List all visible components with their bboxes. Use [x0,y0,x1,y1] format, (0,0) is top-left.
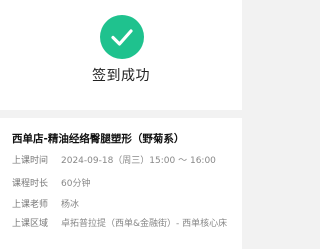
teacher-label: 上课老师 [12,200,49,210]
duration-value: 60分钟 [61,179,91,189]
class-area-value: 卓拓普拉提（西单&金融街）- 西单核心床 [61,219,228,229]
teacher-value: 杨冰 [61,200,80,210]
check-icon [100,15,144,59]
course-title: 西单店-精油经络臀腿塑形（野菊系） [12,133,185,145]
success-panel: 签到成功 [0,0,242,110]
course-details-panel: 西单店-精油经络臀腿塑形（野菊系） 上课时间 2024-09-18（周三）15:… [0,118,242,249]
duration-label: 课程时长 [12,179,49,189]
success-title: 签到成功 [92,68,150,84]
class-time-value: 2024-09-18（周三）15:00 ～ 16:00 [61,156,216,166]
class-time-label: 上课时间 [12,156,49,166]
class-area-label: 上课区域 [12,219,49,229]
